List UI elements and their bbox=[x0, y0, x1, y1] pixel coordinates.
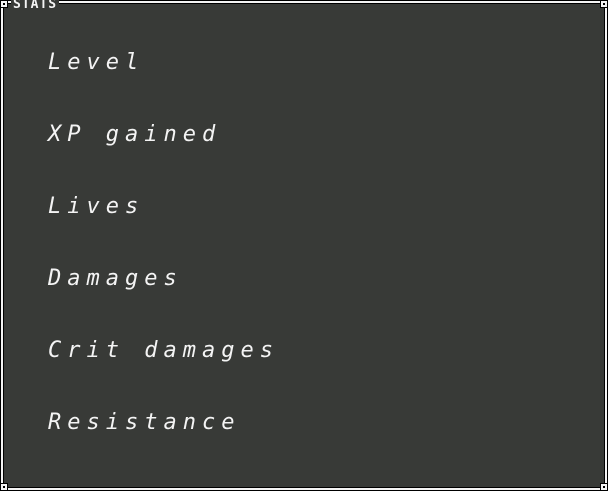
stat-label-lives: Lives bbox=[48, 194, 145, 219]
stats-list: Level XP gained Lives Damages Crit damag… bbox=[48, 48, 279, 480]
panel-title: STATS bbox=[11, 0, 60, 12]
stats-panel: STATS Level XP gained Lives Damages Crit… bbox=[0, 0, 608, 491]
stat-row-xp-gained: XP gained bbox=[48, 120, 279, 192]
frame-corner-bottom-left-icon bbox=[0, 483, 8, 491]
stat-label-crit-damages: Crit damages bbox=[48, 338, 279, 363]
stat-label-level: Level bbox=[48, 50, 145, 75]
stat-row-lives: Lives bbox=[48, 192, 279, 264]
stat-label-xp-gained: XP gained bbox=[48, 122, 222, 147]
stat-row-crit-damages: Crit damages bbox=[48, 336, 279, 408]
stat-row-damages: Damages bbox=[48, 264, 279, 336]
stat-row-resistance: Resistance bbox=[48, 408, 279, 480]
stat-row-level: Level bbox=[48, 48, 279, 120]
frame-corner-top-right-icon bbox=[600, 0, 608, 8]
frame-corner-bottom-right-icon bbox=[600, 483, 608, 491]
stat-label-damages: Damages bbox=[48, 266, 183, 291]
stat-label-resistance: Resistance bbox=[48, 410, 241, 435]
frame-corner-top-left-icon bbox=[0, 0, 8, 8]
